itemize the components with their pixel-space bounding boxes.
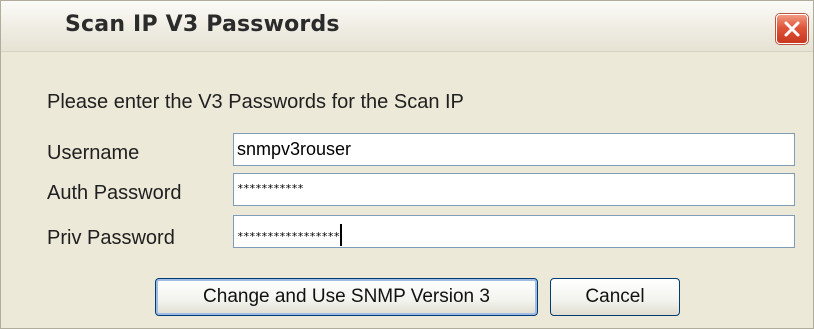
cancel-button[interactable]: Cancel — [550, 278, 680, 316]
auth-password-value: *********** — [237, 182, 304, 195]
username-label: Username — [47, 142, 140, 164]
priv-password-field[interactable]: ***************** — [233, 215, 795, 248]
instruction-text: Please enter the V3 Passwords for the Sc… — [47, 91, 464, 113]
priv-password-label: Priv Password — [47, 227, 175, 249]
dialog-title: Scan IP V3 Passwords — [65, 12, 340, 37]
text-cursor — [340, 224, 343, 246]
auth-password-label: Auth Password — [47, 182, 182, 204]
auth-password-field[interactable]: *********** — [233, 173, 795, 206]
title-bar[interactable]: Scan IP V3 Passwords — [1, 1, 813, 52]
dialog-window: Scan IP V3 Passwords Please enter the V3… — [0, 0, 814, 329]
change-and-use-snmp-v3-button[interactable]: Change and Use SNMP Version 3 — [155, 278, 538, 316]
username-field[interactable]: snmpv3rouser — [233, 133, 795, 166]
username-value: snmpv3rouser — [237, 139, 352, 159]
priv-password-value: ***************** — [237, 230, 340, 243]
close-button[interactable] — [776, 14, 808, 44]
